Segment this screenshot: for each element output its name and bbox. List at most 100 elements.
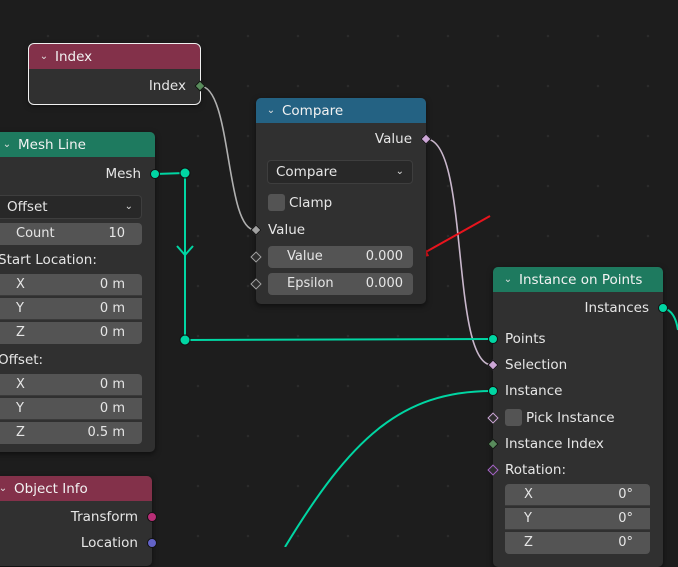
axis-label: X <box>16 377 25 392</box>
chevron-down-icon: ⌄ <box>124 201 133 212</box>
pick-instance-socket[interactable] <box>487 412 499 424</box>
axis-value: 0 m <box>99 377 125 392</box>
start-location-label: Start Location: <box>0 252 97 268</box>
reroute-dot-top <box>179 167 191 179</box>
chevron-down-icon: ⌄ <box>395 166 404 177</box>
link-compare-to-selection <box>425 138 493 366</box>
axis-label: Y <box>16 301 24 316</box>
points-input-socket[interactable] <box>488 334 498 344</box>
instance-input-label: Instance <box>505 383 563 399</box>
selection-input-label: Selection <box>505 357 568 373</box>
axis-value: 0 m <box>99 301 125 316</box>
start-location-y-field[interactable]: Y 0 m <box>0 298 142 320</box>
instance-input-socket[interactable] <box>488 386 498 396</box>
compare-mode-value: Compare <box>276 164 338 180</box>
pick-instance-checkbox[interactable] <box>505 409 522 426</box>
reroute-direction-chevron <box>176 245 194 257</box>
annotation-arrow-shaft <box>423 215 491 254</box>
count-field-label: Count <box>16 226 55 241</box>
value-field-value: 0.000 <box>365 249 403 264</box>
offset-label: Offset: <box>0 352 44 368</box>
index-node-title: Index <box>55 48 93 65</box>
instance-on-points-node-header[interactable]: ⌄ Instance on Points <box>493 267 663 292</box>
compare-output-socket[interactable] <box>420 133 432 145</box>
mesh-line-node[interactable]: ⌄ Mesh Line Mesh Offset ⌄ Count 10 Start… <box>0 132 160 452</box>
axis-label: X <box>524 487 533 502</box>
value-field-label: Value <box>287 249 323 264</box>
instance-index-socket[interactable] <box>487 438 499 450</box>
axis-value: 0° <box>618 535 633 550</box>
clamp-label: Clamp <box>289 195 333 211</box>
index-node[interactable]: ⌄ Index Index <box>28 43 206 105</box>
axis-value: 0° <box>618 511 633 526</box>
compare-output-label: Value <box>374 131 412 147</box>
chevron-down-icon[interactable]: ⌄ <box>0 483 10 494</box>
axis-label: Z <box>524 535 533 550</box>
axis-label: X <box>16 277 25 292</box>
index-node-header[interactable]: ⌄ Index <box>29 44 200 69</box>
chevron-down-icon[interactable]: ⌄ <box>37 51 51 62</box>
value-field[interactable]: Value 0.000 <box>268 246 413 268</box>
epsilon-field-label: Epsilon <box>287 276 334 291</box>
axis-value: 0 m <box>99 325 125 340</box>
epsilon-socket[interactable] <box>250 278 262 290</box>
axis-value: 0 m <box>99 401 125 416</box>
transform-output-label: Transform <box>70 509 138 525</box>
epsilon-field-value: 0.000 <box>365 276 403 291</box>
instance-on-points-node[interactable]: ⌄ Instance on Points Instances Points Se… <box>487 267 668 567</box>
location-output-label: Location <box>80 535 138 551</box>
rotation-socket[interactable] <box>487 464 499 476</box>
axis-value: 0.5 m <box>87 425 125 440</box>
link-reroute-to-points <box>184 338 493 341</box>
axis-value: 0 m <box>99 277 125 292</box>
reroute-dot-bottom <box>179 334 191 346</box>
object-info-node-title: Object Info <box>14 480 88 497</box>
link-to-instance <box>284 390 493 547</box>
value-socket[interactable] <box>250 251 262 263</box>
rotation-x-field[interactable]: X 0° <box>505 484 650 506</box>
object-info-node[interactable]: ⌄ Object Info Transform Location <box>0 476 157 566</box>
object-info-node-header[interactable]: ⌄ Object Info <box>0 476 152 501</box>
axis-label: Y <box>16 401 24 416</box>
offset-x-field[interactable]: X 0 m <box>0 374 142 396</box>
rotation-label: Rotation: <box>505 462 567 478</box>
mesh-output-socket[interactable] <box>150 169 160 179</box>
link-index-to-compare <box>199 85 256 231</box>
instances-output-socket[interactable] <box>658 303 668 313</box>
offset-z-field[interactable]: Z 0.5 m <box>0 422 142 444</box>
selection-input-socket[interactable] <box>487 359 499 371</box>
compare-input-socket[interactable] <box>250 224 262 236</box>
instances-output-label: Instances <box>584 300 649 316</box>
axis-label: Y <box>524 511 532 526</box>
chevron-down-icon[interactable]: ⌄ <box>501 274 515 285</box>
index-output-socket[interactable] <box>194 80 206 92</box>
epsilon-field[interactable]: Epsilon 0.000 <box>268 273 413 295</box>
axis-value: 0° <box>618 487 633 502</box>
mesh-line-mode-dropdown[interactable]: Offset ⌄ <box>0 195 142 219</box>
compare-node-header[interactable]: ⌄ Compare <box>256 98 426 123</box>
mesh-output-label: Mesh <box>105 166 141 182</box>
index-output-label: Index <box>148 78 186 94</box>
compare-mode-dropdown[interactable]: Compare ⌄ <box>267 160 413 184</box>
instance-index-label: Instance Index <box>505 436 604 452</box>
instance-on-points-node-title: Instance on Points <box>519 271 643 288</box>
offset-y-field[interactable]: Y 0 m <box>0 398 142 420</box>
mesh-line-mode-value: Offset <box>7 199 48 215</box>
axis-label: Z <box>16 425 25 440</box>
count-field-value: 10 <box>108 226 125 241</box>
points-input-label: Points <box>505 331 546 347</box>
compare-input-label: Value <box>268 222 306 238</box>
start-location-x-field[interactable]: X 0 m <box>0 274 142 296</box>
mesh-line-node-title: Mesh Line <box>18 136 86 153</box>
clamp-checkbox[interactable] <box>268 194 285 211</box>
count-field[interactable]: Count 10 <box>0 223 142 245</box>
mesh-line-node-header[interactable]: ⌄ Mesh Line <box>0 132 155 157</box>
chevron-down-icon[interactable]: ⌄ <box>0 139 14 150</box>
compare-node[interactable]: ⌄ Compare Value Compare ⌄ Clamp Value Va… <box>250 98 432 304</box>
start-location-z-field[interactable]: Z 0 m <box>0 322 142 344</box>
rotation-y-field[interactable]: Y 0° <box>505 508 650 530</box>
chevron-down-icon[interactable]: ⌄ <box>264 105 278 116</box>
transform-output-socket[interactable] <box>147 512 157 522</box>
rotation-z-field[interactable]: Z 0° <box>505 532 650 554</box>
pick-instance-label: Pick Instance <box>526 410 615 426</box>
